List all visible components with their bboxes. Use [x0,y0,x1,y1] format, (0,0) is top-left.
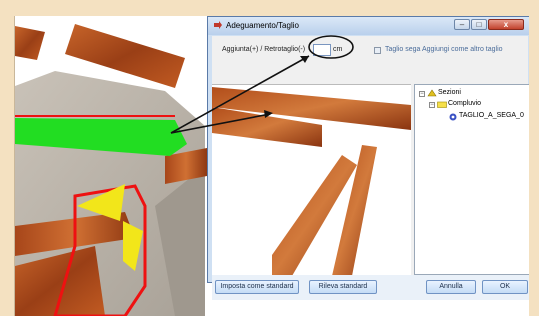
callout-arrow-2 [170,113,271,134]
callout-arrow-1 [170,55,310,134]
screenshot-frame: Adeguamento/Taglio – □ x Aggiunta(+) / R… [14,16,529,316]
annotation-overlay [170,35,354,134]
callout-oval [308,35,354,59]
arrowhead-icon [264,110,273,118]
